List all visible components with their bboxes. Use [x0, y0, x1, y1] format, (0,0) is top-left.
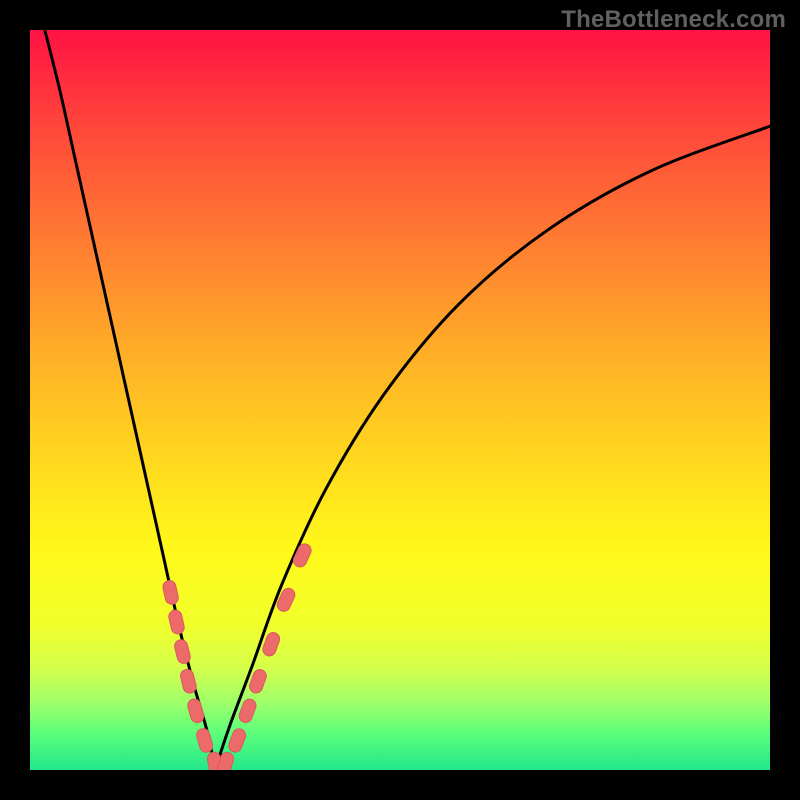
- marker-pill: [227, 727, 248, 754]
- marker-pill: [195, 727, 214, 754]
- watermark-text: TheBottleneck.com: [561, 6, 786, 34]
- marker-pill: [291, 542, 313, 569]
- bottleneck-curve: [45, 30, 770, 770]
- marker-pill: [179, 668, 197, 694]
- series-right-branch: [215, 126, 770, 770]
- data-markers: [162, 542, 314, 770]
- plot-area: [30, 30, 770, 770]
- marker-pill: [168, 609, 186, 635]
- marker-pill: [173, 638, 191, 664]
- curve-svg: [30, 30, 770, 770]
- marker-pill: [186, 697, 205, 724]
- marker-pill: [162, 579, 180, 605]
- chart-frame: TheBottleneck.com: [0, 0, 800, 800]
